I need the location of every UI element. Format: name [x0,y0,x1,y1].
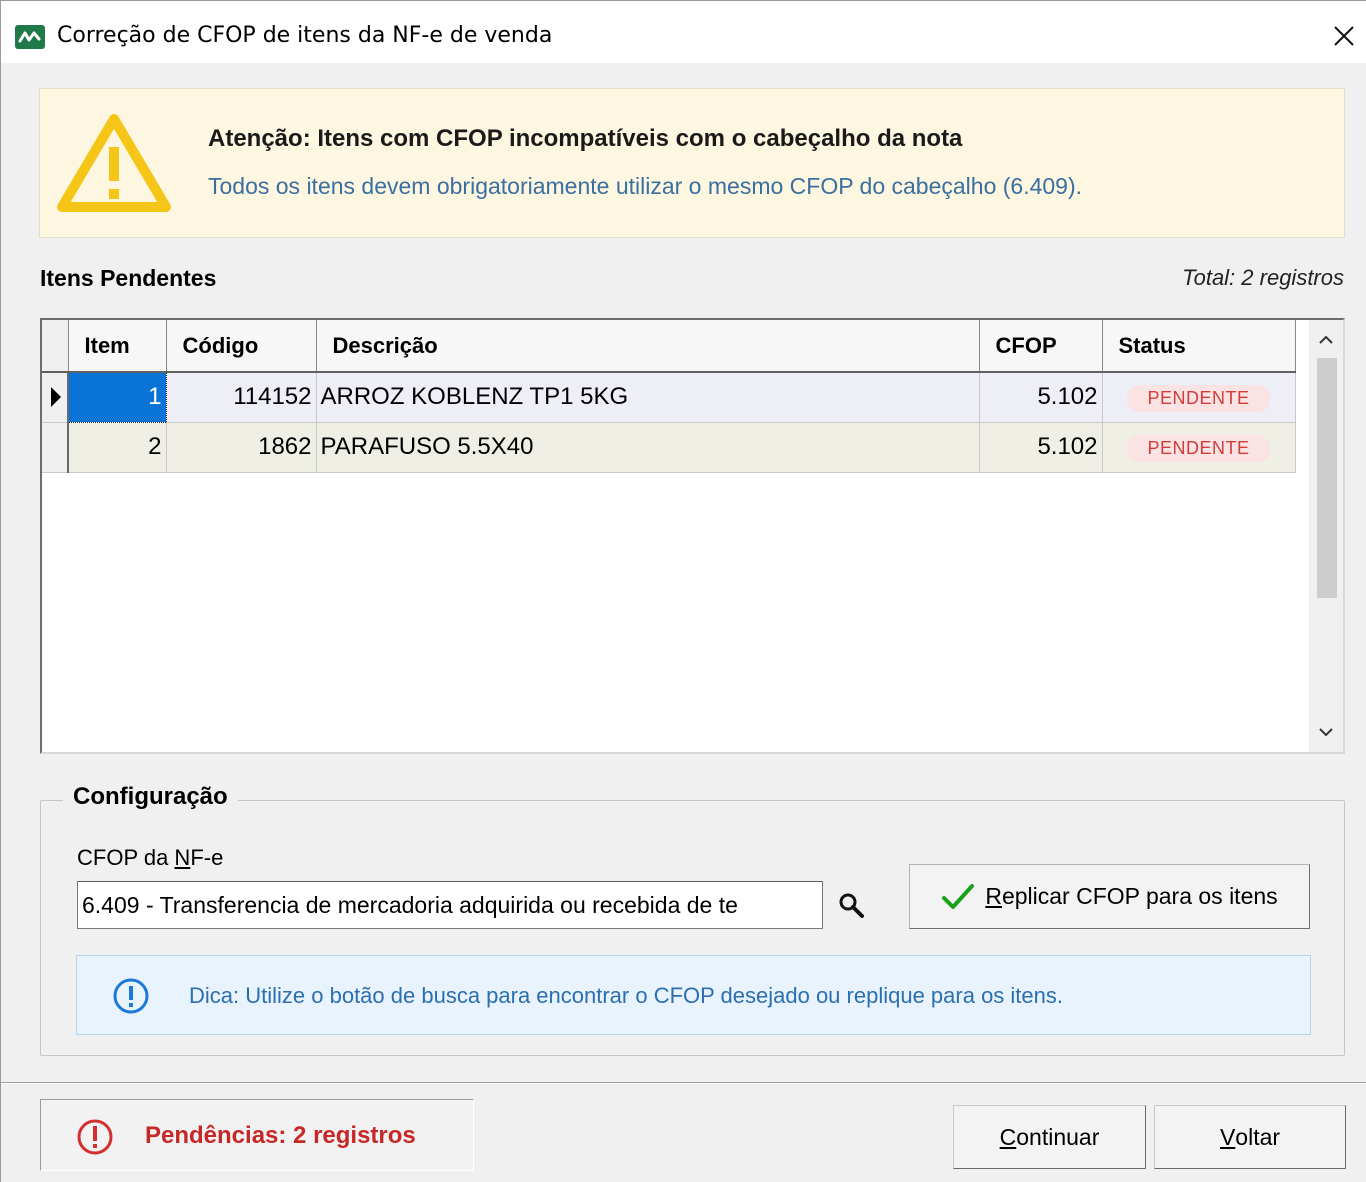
footer-divider [1,1082,1366,1084]
table-row[interactable]: 1 114152 ARROZ KOBLENZ TP1 5KG 5.102 PEN… [42,371,1296,423]
cfop-field-label: CFOP da NF-e [77,845,223,871]
warning-triangle-icon [57,114,171,212]
cell-codigo[interactable]: 114152 [166,372,317,423]
current-row-arrow-icon [51,387,61,407]
cell-status[interactable]: PENDENTE [1102,422,1296,473]
pending-items-title: Itens Pendentes [40,265,217,291]
scroll-down-button[interactable] [1309,712,1343,752]
replicate-cfop-button[interactable]: Replicar CFOP para os itens [909,864,1310,929]
close-icon [1334,26,1354,46]
table-row[interactable]: 2 1862 PARAFUSO 5.5X40 5.102 PENDENTE [42,422,1296,473]
title-bar: Correção de CFOP de itens da NF-e de ven… [1,1,1366,63]
window-title: Correção de CFOP de itens da NF-e de ven… [57,23,553,48]
total-records: Total: 2 registros [1182,265,1344,290]
column-header-cfop[interactable]: CFOP [979,320,1103,373]
configuration-group: Configuração CFOP da NF-e Replicar CFOP … [40,783,1345,1056]
back-accelerator: V [1219,1123,1236,1150]
check-icon [942,883,975,909]
column-header-item[interactable]: Item [68,320,167,373]
cell-status[interactable]: PENDENTE [1102,372,1296,423]
vertical-scrollbar[interactable] [1309,320,1343,752]
row-indicator-header [42,320,69,373]
replicate-button-label: Replicar CFOP para os itens [985,883,1277,910]
column-header-codigo[interactable]: Código [166,320,317,373]
search-icon [839,893,864,918]
cfop-label-accelerator: N [174,845,191,870]
continue-button[interactable]: Continuar [953,1105,1146,1169]
pending-count-panel: Pendências: 2 registros [40,1099,474,1171]
cfop-search-button[interactable] [833,887,869,923]
tip-text: Dica: Utilize o botão de busca para enco… [189,983,1063,1008]
warning-title: Atenção: Itens com CFOP incompatíveis co… [208,125,963,152]
chevron-up-icon [1319,335,1333,344]
cell-codigo[interactable]: 1862 [166,422,317,473]
continue-label-rest: ontinuar [1016,1123,1100,1150]
info-icon [113,978,149,1014]
error-icon [77,1119,113,1155]
cell-item[interactable]: 2 [68,422,167,473]
items-table: Item Código Descrição CFOP Status 1 1141… [42,320,1296,473]
cell-cfop[interactable]: 5.102 [979,422,1103,473]
row-indicator[interactable] [42,372,69,423]
cfop-label-prefix: CFOP da [77,845,175,870]
cfop-nfe-input[interactable] [77,881,823,929]
replicate-label-rest: eplicar CFOP para os itens [1001,883,1278,909]
row-indicator[interactable] [42,422,69,473]
scroll-up-button[interactable] [1309,320,1343,360]
tip-banner: Dica: Utilize o botão de busca para enco… [76,955,1311,1035]
warning-text: Todos os itens devem obrigatoriamente ut… [208,173,1083,199]
chevron-down-icon [1319,728,1333,737]
pending-count-text: Pendências: 2 registros [145,1122,416,1149]
scroll-thumb[interactable] [1317,358,1337,598]
close-button[interactable] [1321,11,1366,61]
cell-descricao[interactable]: ARROZ KOBLENZ TP1 5KG [316,372,980,423]
cell-cfop[interactable]: 5.102 [979,372,1103,423]
back-label-rest: oltar [1235,1123,1281,1150]
dialog-window: Correção de CFOP de itens da NF-e de ven… [0,0,1366,1182]
status-badge: PENDENTE [1127,434,1270,462]
column-header-status[interactable]: Status [1102,320,1296,373]
cell-item[interactable]: 1 [67,371,167,423]
warning-banner: Atenção: Itens com CFOP incompatíveis co… [39,88,1345,238]
cell-descricao[interactable]: PARAFUSO 5.5X40 [316,422,980,473]
status-badge: PENDENTE [1127,384,1270,412]
column-header-descricao[interactable]: Descrição [316,320,980,373]
replicate-accelerator: R [985,883,1002,909]
table-header-row: Item Código Descrição CFOP Status [42,320,1296,373]
configuration-legend: Configuração [63,783,238,811]
cfop-label-suffix: F-e [190,845,224,870]
app-logo-icon [15,25,45,49]
back-button[interactable]: Voltar [1154,1105,1346,1169]
items-grid[interactable]: Item Código Descrição CFOP Status 1 1141… [40,318,1345,754]
continue-accelerator: C [999,1123,1017,1150]
